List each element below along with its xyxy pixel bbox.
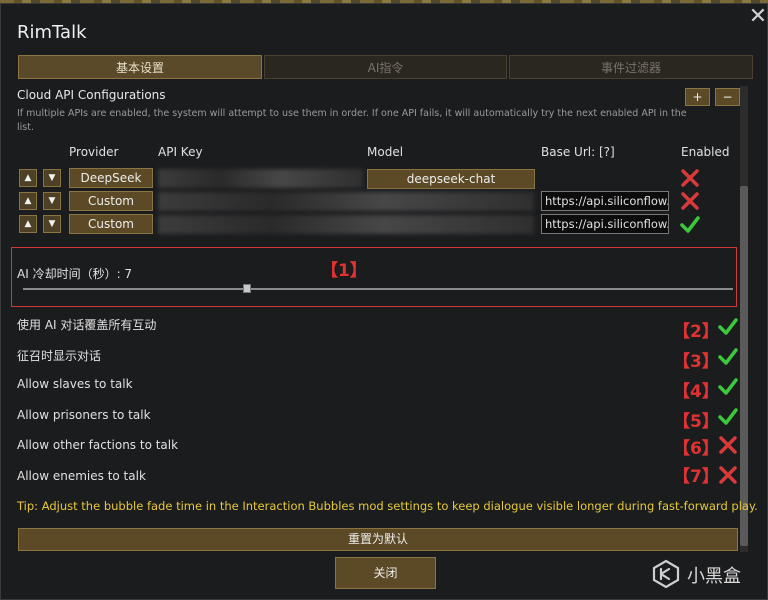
tab-event-filter[interactable]: 事件过滤器 bbox=[509, 55, 753, 79]
move-up-button[interactable]: ▲ bbox=[19, 192, 37, 210]
enabled-check-icon[interactable] bbox=[718, 376, 738, 396]
annotation-marker-3: 【3】 bbox=[673, 352, 719, 372]
watermark: 小黑盒 bbox=[651, 559, 751, 589]
add-api-button[interactable]: + bbox=[685, 88, 710, 106]
remove-api-button[interactable]: − bbox=[715, 88, 740, 106]
toggle-label-allow-prisoners: Allow prisoners to talk bbox=[17, 408, 151, 422]
annotation-marker-2: 【2】 bbox=[673, 322, 719, 342]
column-base-url: Base Url: [?] bbox=[541, 145, 615, 159]
close-button[interactable]: 关闭 bbox=[335, 557, 436, 589]
provider-select[interactable]: Custom bbox=[69, 191, 153, 211]
cloud-api-heading: Cloud API Configurations bbox=[17, 88, 166, 102]
enabled-check-icon[interactable] bbox=[680, 214, 700, 234]
settings-window: ✕ RimTalk 基本设置 AI指令 事件过滤器 Cloud API Conf… bbox=[0, 3, 768, 600]
cooldown-label: AI 冷却时间（秒）: 7 bbox=[17, 267, 133, 281]
enabled-check-icon[interactable] bbox=[718, 346, 738, 366]
cooldown-slider-thumb[interactable] bbox=[243, 284, 251, 293]
base-url-input[interactable]: https://api.siliconflow.cn bbox=[541, 214, 669, 234]
column-provider: Provider bbox=[69, 145, 119, 159]
disabled-cross-icon[interactable] bbox=[680, 168, 700, 188]
annotation-marker-7: 【7】 bbox=[673, 467, 719, 487]
toggle-label-allow-other-factions: Allow other factions to talk bbox=[17, 438, 179, 452]
tip-text: Tip: Adjust the bubble fade time in the … bbox=[17, 499, 758, 513]
toggle-label-override-interactions: 使用 AI 对话覆盖所有互动 bbox=[17, 318, 157, 332]
provider-select[interactable]: Custom bbox=[69, 214, 153, 234]
scrollbar[interactable] bbox=[740, 86, 748, 552]
move-down-button[interactable]: ▼ bbox=[43, 169, 61, 187]
provider-select[interactable]: DeepSeek bbox=[69, 168, 153, 188]
move-down-button[interactable]: ▼ bbox=[43, 192, 61, 210]
api-key-field-redacted[interactable] bbox=[158, 215, 534, 234]
annotation-marker-6: 【6】 bbox=[673, 439, 719, 459]
close-icon[interactable]: ✕ bbox=[747, 6, 768, 28]
scroll-thumb[interactable] bbox=[740, 186, 748, 546]
tab-basic-settings[interactable]: 基本设置 bbox=[18, 55, 262, 79]
move-up-button[interactable]: ▲ bbox=[19, 215, 37, 233]
column-enabled: Enabled bbox=[681, 145, 730, 159]
column-model: Model bbox=[367, 145, 404, 159]
annotation-marker-1: 【1】 bbox=[321, 261, 367, 281]
move-up-button[interactable]: ▲ bbox=[19, 169, 37, 187]
toggle-label-allow-enemies: Allow enemies to talk bbox=[17, 469, 146, 483]
disabled-cross-icon[interactable] bbox=[718, 465, 738, 485]
model-select[interactable]: deepseek-chat bbox=[367, 169, 535, 189]
annotation-marker-5: 【5】 bbox=[673, 412, 719, 432]
api-key-field-redacted[interactable] bbox=[158, 192, 534, 211]
enabled-check-icon[interactable] bbox=[718, 316, 738, 336]
toggle-label-show-when-drafted: 征召时显示对话 bbox=[17, 349, 102, 363]
cooldown-slider-track[interactable] bbox=[23, 288, 733, 290]
base-url-input[interactable]: https://api.siliconflow.cn bbox=[541, 191, 669, 211]
api-key-field-redacted[interactable] bbox=[158, 169, 363, 188]
move-down-button[interactable]: ▼ bbox=[43, 215, 61, 233]
watermark-logo-icon bbox=[652, 559, 680, 589]
enabled-check-icon[interactable] bbox=[718, 406, 738, 426]
reset-to-default-button[interactable]: 重置为默认 bbox=[18, 528, 738, 551]
window-title: RimTalk bbox=[17, 22, 87, 43]
tab-ai-prompt[interactable]: AI指令 bbox=[264, 55, 507, 79]
watermark-text: 小黑盒 bbox=[687, 566, 741, 587]
cloud-api-help: If multiple APIs are enabled, the system… bbox=[17, 108, 687, 133]
disabled-cross-icon[interactable] bbox=[680, 191, 700, 211]
toggle-label-allow-slaves: Allow slaves to talk bbox=[17, 377, 133, 391]
column-api-key: API Key bbox=[158, 145, 203, 159]
annotation-marker-4: 【4】 bbox=[673, 382, 719, 402]
disabled-cross-icon[interactable] bbox=[718, 435, 738, 455]
